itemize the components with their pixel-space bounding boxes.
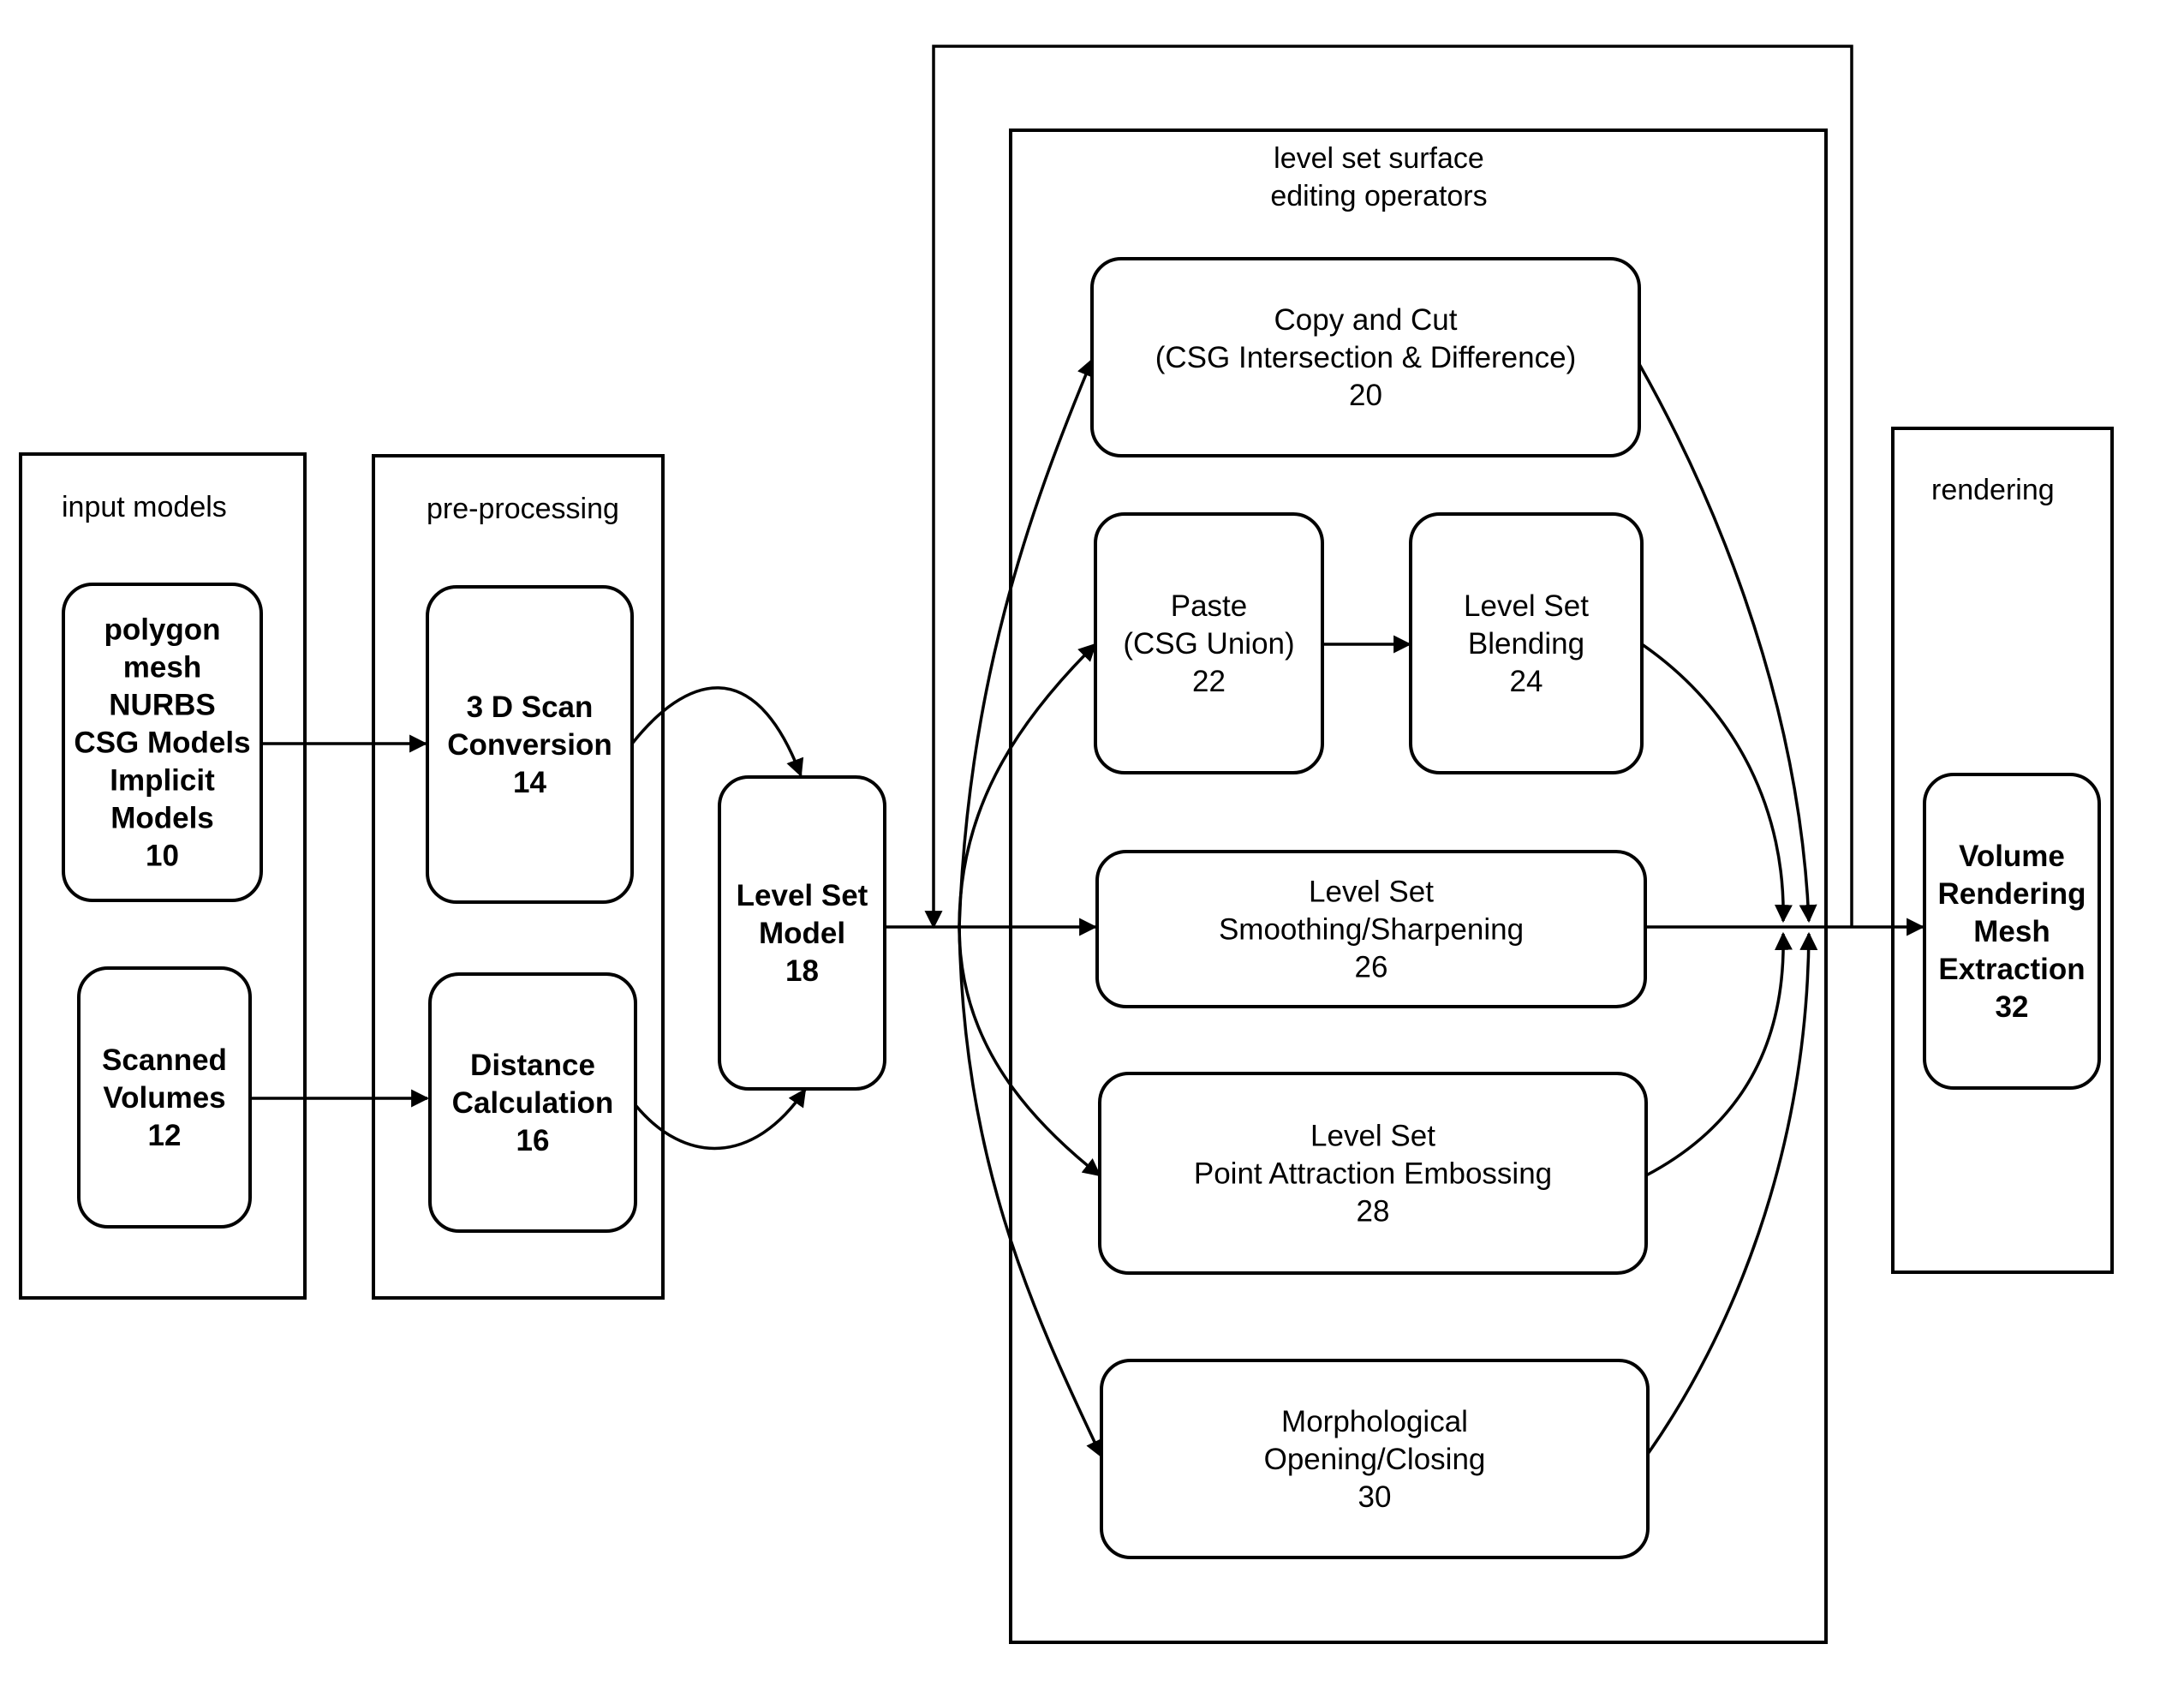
node-label-line: Smoothing/Sharpening xyxy=(1219,913,1524,947)
node-28: Level Set Point Attraction Embossing 28 xyxy=(1098,1072,1648,1275)
node-label-line: Rendering xyxy=(1937,877,2086,911)
group-label-editing-line1: level set surface xyxy=(1274,142,1484,175)
node-label-line: Calculation xyxy=(452,1086,614,1120)
node-label-line: polygon xyxy=(104,613,220,647)
node-number: 12 xyxy=(148,1119,182,1152)
group-label-input-models: input models xyxy=(62,491,227,523)
node-label-line: Paste xyxy=(1171,589,1248,623)
group-label-pre-processing: pre-processing xyxy=(427,493,619,525)
node-label-line: Blending xyxy=(1468,627,1584,661)
node-label-line: Implicit xyxy=(110,764,215,798)
node-label-line: Mesh xyxy=(1973,915,2050,948)
node-18: Level Set Model 18 xyxy=(718,775,886,1091)
node-label-line: Morphological xyxy=(1281,1405,1468,1438)
edge-28-to-junction xyxy=(1645,931,1793,1177)
node-26: Level Set Smoothing/Sharpening 26 xyxy=(1095,850,1647,1008)
node-14: 3 D Scan Conversion 14 xyxy=(426,585,634,904)
node-label-line: Level Set xyxy=(1309,876,1434,909)
group-label-editing-line2: editing operators xyxy=(1270,180,1487,212)
node-number: 18 xyxy=(785,954,819,988)
node-label-line: (CSG Union) xyxy=(1123,627,1294,661)
node-number: 32 xyxy=(1996,990,2029,1024)
node-label-line: Level Set xyxy=(737,879,868,912)
node-label-line: mesh xyxy=(123,651,201,685)
node-16: Distance Calculation 16 xyxy=(428,972,637,1233)
edge-18-to-30 xyxy=(958,926,1103,1458)
flow-diagram: input models pre-processing level set su… xyxy=(19,45,2114,1644)
node-number: 16 xyxy=(516,1124,550,1157)
edge-30-to-junction xyxy=(1646,931,1818,1456)
node-label-line: Conversion xyxy=(447,728,612,762)
node-number: 28 xyxy=(1357,1195,1390,1229)
node-label-line: Copy and Cut xyxy=(1274,303,1457,337)
edge-18-to-28 xyxy=(958,926,1101,1177)
node-20: Copy and Cut (CSG Intersection & Differen… xyxy=(1090,257,1641,457)
node-label-line: Scanned xyxy=(102,1043,227,1077)
edge-16-to-18 xyxy=(634,1088,807,1151)
node-number: 10 xyxy=(146,840,179,873)
node-number: 20 xyxy=(1349,379,1382,412)
edge-18-to-22 xyxy=(958,643,1097,928)
node-label-line: Extraction xyxy=(1938,953,2085,986)
edge-14-to-18 xyxy=(630,686,804,777)
node-label-line: CSG Models xyxy=(74,726,250,760)
group-label-rendering: rendering xyxy=(1931,474,2055,506)
node-label-line: NURBS xyxy=(109,689,215,722)
feedback-loop-edge xyxy=(924,45,1853,930)
node-number: 24 xyxy=(1510,665,1543,698)
edge-20-to-junction xyxy=(1638,363,1817,924)
node-number: 22 xyxy=(1192,665,1226,698)
node-label-line: Models xyxy=(110,802,214,835)
node-label-line: Level Set xyxy=(1310,1120,1435,1153)
node-label-line: Volumes xyxy=(103,1081,225,1115)
node-number: 14 xyxy=(513,766,546,799)
node-label-line: Model xyxy=(759,917,845,950)
node-label-line: (CSG Intersection & Difference) xyxy=(1155,341,1577,374)
node-number: 30 xyxy=(1358,1480,1392,1514)
edge-18-to-20 xyxy=(958,358,1095,928)
node-label-line: Point Attraction Embossing xyxy=(1194,1157,1552,1191)
edge-24-to-junction xyxy=(1641,643,1793,924)
node-label-line: 3 D Scan xyxy=(467,691,594,724)
node-24: Level Set Blending 24 xyxy=(1409,512,1644,774)
node-label-line: Distance xyxy=(470,1049,595,1082)
node-label-line: Opening/Closing xyxy=(1264,1443,1486,1476)
node-22: Paste (CSG Union) 22 xyxy=(1094,512,1324,774)
node-10: polygon mesh NURBS CSG Models Implicit Models… xyxy=(62,583,263,902)
node-label-line: Level Set xyxy=(1464,589,1589,623)
node-32: Volume Rendering Mesh Extraction 32 xyxy=(1923,773,2101,1090)
node-12: Scanned Volumes 12 xyxy=(77,966,252,1229)
node-30: Morphological Opening/Closing 30 xyxy=(1100,1359,1650,1559)
node-number: 26 xyxy=(1355,951,1388,984)
node-label-line: Volume xyxy=(1959,840,2065,873)
